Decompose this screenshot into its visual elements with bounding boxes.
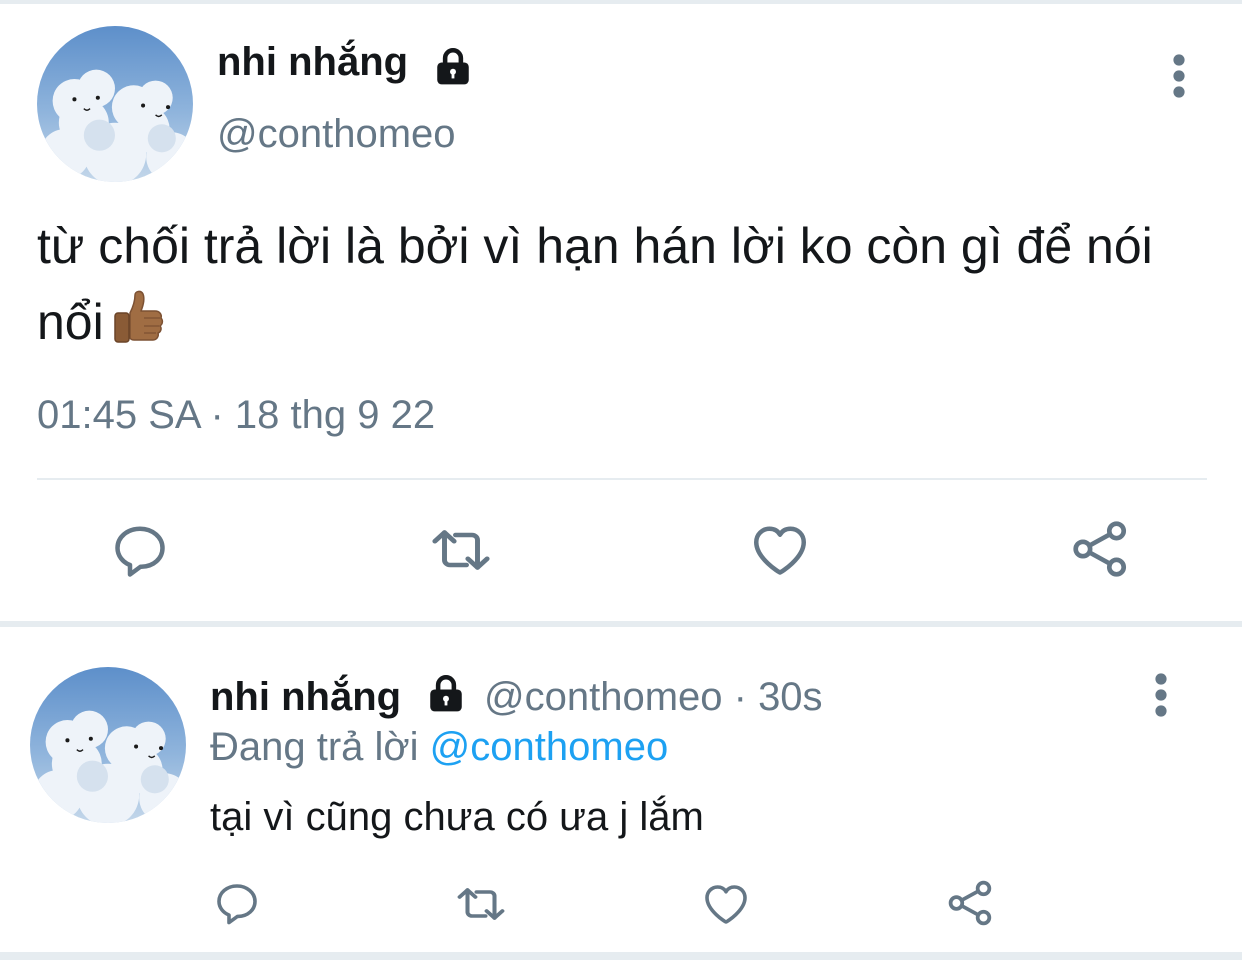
reply-like-icon[interactable]: [702, 880, 750, 928]
tweet-timestamp[interactable]: 01:45 SA · 18 thg 9 22: [37, 393, 435, 438]
lock-icon: [432, 45, 474, 87]
tweet-text-content: từ chối trả lời là bởi vì hạn hán lời ko…: [37, 218, 1153, 350]
tweet-text: từ chối trả lời là bởi vì hạn hán lời ko…: [37, 208, 1207, 360]
lock-icon: [425, 672, 467, 714]
reply-meta[interactable]: @conthomeo · 30s: [484, 675, 823, 720]
reply-share-icon[interactable]: [946, 878, 996, 928]
share-icon[interactable]: [1070, 518, 1132, 580]
reply-reply-icon[interactable]: [213, 879, 261, 927]
avatar[interactable]: [37, 26, 193, 182]
top-divider: [0, 0, 1242, 4]
reply-text: tại vì cũng chưa có ưa j lắm: [210, 795, 704, 839]
reply-icon[interactable]: [110, 520, 170, 580]
thumbs-up-icon: [110, 289, 166, 347]
reply-retweet-icon[interactable]: [454, 880, 508, 928]
retweet-icon[interactable]: [428, 520, 494, 580]
replying-label: Đang trả lời: [210, 725, 419, 769]
display-name[interactable]: nhi nhắng: [217, 40, 408, 85]
reply-display-name[interactable]: nhi nhắng: [210, 675, 401, 720]
user-handle[interactable]: @conthomeo: [217, 112, 456, 157]
reply-more-options-icon[interactable]: [1151, 673, 1171, 717]
replying-mention-link[interactable]: @conthomeo: [430, 725, 669, 769]
like-icon[interactable]: [750, 520, 810, 580]
section-divider: [0, 621, 1242, 627]
more-options-icon[interactable]: [1169, 54, 1189, 98]
bottom-divider: [0, 952, 1242, 960]
divider: [37, 478, 1207, 480]
reply-avatar[interactable]: [30, 667, 186, 823]
replying-to: Đang trả lời @conthomeo: [210, 725, 668, 770]
